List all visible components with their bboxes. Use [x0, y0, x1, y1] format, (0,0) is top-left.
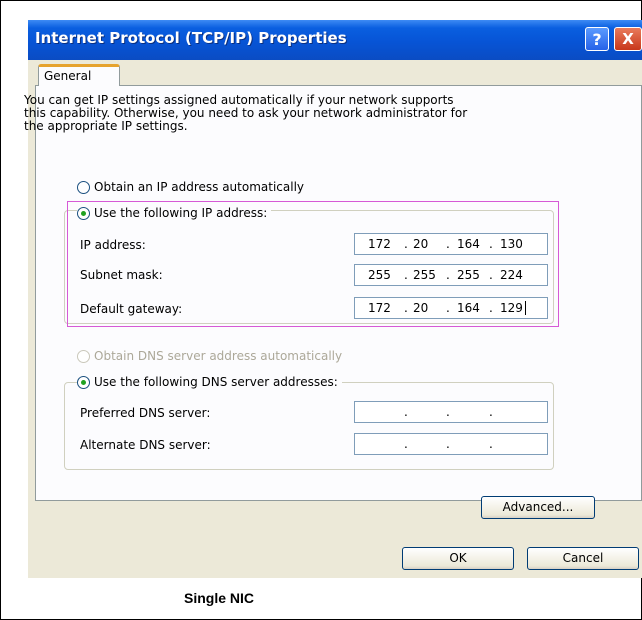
octet-dot: . — [446, 405, 450, 419]
use-ip-label: Use the following IP address: — [94, 206, 268, 220]
octet: 164 — [457, 301, 480, 315]
alternate-dns-field[interactable]: . . . — [354, 433, 548, 455]
use-ip-radio[interactable] — [77, 206, 90, 220]
title-bar[interactable]: Internet Protocol (TCP/IP) Properties ? … — [28, 20, 642, 60]
obtain-dns-auto-radio[interactable] — [77, 349, 90, 363]
description-text: You can get IP settings assigned automat… — [24, 94, 584, 133]
octet: 172 — [368, 237, 391, 251]
ip-address-label: IP address: — [80, 238, 146, 252]
octet: 255 — [413, 268, 436, 282]
use-ip-option[interactable]: Use the following IP address: — [77, 206, 272, 220]
octet-dot: . — [489, 437, 493, 451]
octet-dot: . — [446, 437, 450, 451]
obtain-ip-auto-label: Obtain an IP address automatically — [94, 180, 305, 194]
close-button[interactable]: X — [614, 27, 642, 51]
octet-dot: . — [404, 268, 408, 282]
use-dns-radio[interactable] — [77, 375, 90, 389]
octet-dot: . — [404, 437, 408, 451]
octet: 20 — [413, 237, 429, 251]
octet-dot: . — [404, 237, 408, 251]
obtain-ip-auto-radio[interactable] — [77, 180, 90, 194]
advanced-button[interactable]: Advanced... — [481, 496, 595, 519]
ip-address-field[interactable]: 172 . 20 . 164 . 130 — [354, 233, 548, 255]
octet: 129 — [500, 301, 523, 315]
octet: 130 — [500, 237, 523, 251]
use-dns-label: Use the following DNS server addresses: — [94, 375, 338, 389]
octet-dot: . — [489, 237, 493, 251]
window-title: Internet Protocol (TCP/IP) Properties — [35, 29, 347, 47]
octet: 224 — [500, 268, 523, 282]
octet: 164 — [457, 237, 480, 251]
octet-dot: . — [489, 405, 493, 419]
subnet-mask-field[interactable]: 255 . 255 . 255 . 224 — [354, 264, 548, 286]
obtain-dns-auto-label: Obtain DNS server address automatically — [94, 349, 343, 363]
octet-dot: . — [489, 268, 493, 282]
tab-general[interactable]: General — [38, 64, 120, 86]
figure-caption: Single NIC — [184, 590, 255, 606]
ok-button[interactable]: OK — [402, 547, 514, 570]
octet-dot: . — [446, 301, 450, 315]
subnet-mask-label: Subnet mask: — [80, 268, 163, 282]
octet-dot: . — [446, 268, 450, 282]
octet: 255 — [368, 268, 391, 282]
text-cursor — [525, 301, 526, 315]
alternate-dns-label: Alternate DNS server: — [80, 438, 211, 452]
octet: 255 — [457, 268, 480, 282]
octet: 172 — [368, 301, 391, 315]
preferred-dns-field[interactable]: . . . — [354, 401, 548, 423]
cancel-button[interactable]: Cancel — [527, 547, 639, 570]
preferred-dns-label: Preferred DNS server: — [80, 406, 211, 420]
default-gateway-field[interactable]: 172 . 20 . 164 . 129 — [354, 297, 548, 319]
octet-dot: . — [489, 301, 493, 315]
octet: 20 — [413, 301, 429, 315]
description-line: the appropriate IP settings. — [24, 119, 188, 133]
octet-dot: . — [404, 405, 408, 419]
octet-dot: . — [446, 237, 450, 251]
obtain-dns-auto-option[interactable]: Obtain DNS server address automatically — [77, 349, 342, 363]
octet-dot: . — [404, 301, 408, 315]
dns-group — [64, 382, 554, 470]
use-dns-option[interactable]: Use the following DNS server addresses: — [77, 375, 342, 389]
obtain-ip-auto-option[interactable]: Obtain an IP address automatically — [77, 180, 304, 194]
default-gateway-label: Default gateway: — [80, 302, 183, 316]
help-button[interactable]: ? — [585, 27, 609, 51]
